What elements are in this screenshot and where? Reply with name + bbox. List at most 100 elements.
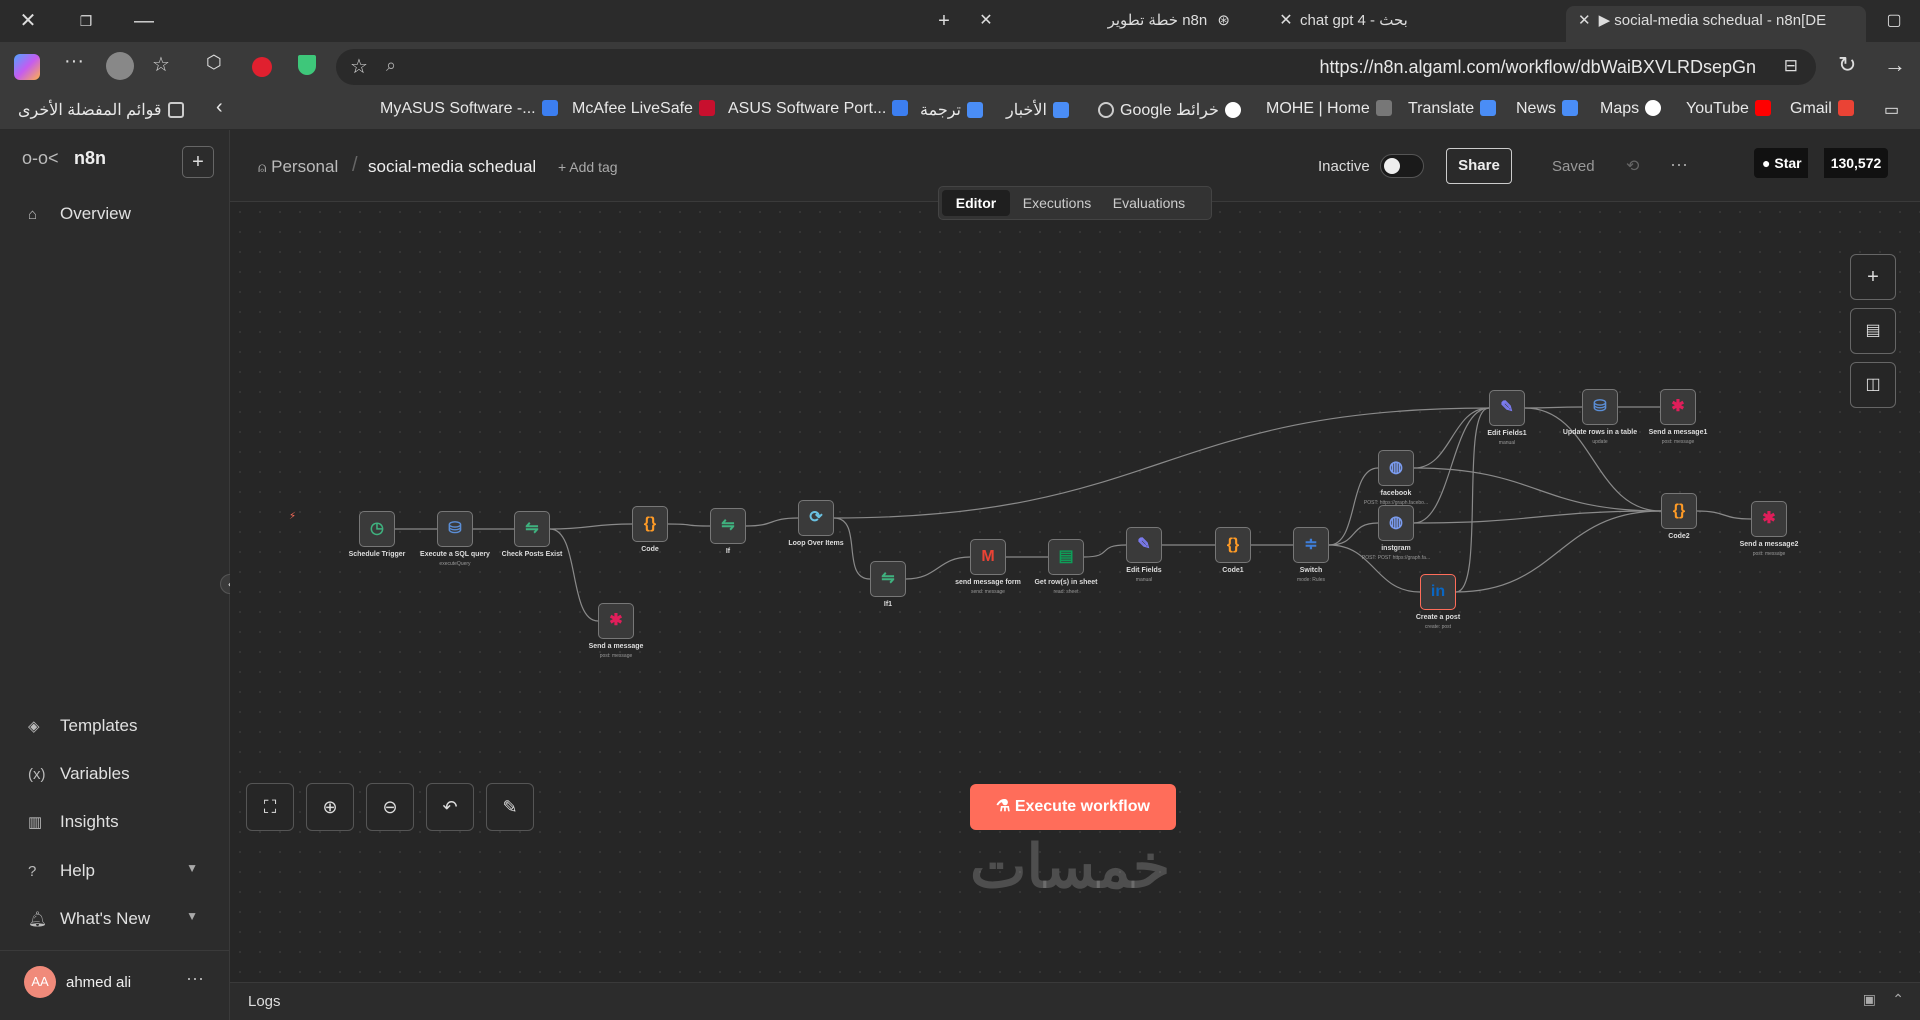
bookmark-translate[interactable]: Translate <box>1408 100 1502 118</box>
site-info-icon[interactable]: ⊟ <box>1784 56 1798 76</box>
tidy-up-icon[interactable]: ✎ <box>486 783 534 831</box>
connection[interactable] <box>1413 510 1662 524</box>
profile-avatar[interactable] <box>106 52 134 80</box>
workflow-node[interactable]: ✱ <box>1751 501 1787 537</box>
bookmark-maps-ar[interactable]: Google خرائط <box>1092 100 1247 120</box>
workflow-node[interactable]: ⛁ <box>437 511 473 547</box>
github-star-button[interactable]: ● Star <box>1754 148 1808 178</box>
connection[interactable] <box>1413 467 1662 512</box>
connection[interactable] <box>745 517 799 527</box>
connection[interactable] <box>833 517 871 580</box>
connection[interactable] <box>1455 510 1662 593</box>
workflow-node[interactable]: ⟳ <box>798 500 834 536</box>
extensions-icon[interactable]: ⬡ <box>206 52 222 73</box>
workflow-node[interactable]: ✎ <box>1126 527 1162 563</box>
connection[interactable] <box>905 556 971 580</box>
workflow-node[interactable]: ⇋ <box>710 508 746 544</box>
connection[interactable] <box>1524 406 1583 409</box>
url-bar[interactable]: ☆ ⌕ https://n8n.algaml.com/workflow/dbWa… <box>336 49 1816 85</box>
nav-overview[interactable]: ⌂ Overview <box>28 204 131 224</box>
connection[interactable] <box>1328 522 1379 546</box>
zoom-in-icon[interactable]: ⊕ <box>306 783 354 831</box>
bookmark-mcafee[interactable]: McAfee LiveSafe <box>572 100 721 118</box>
tab-actions-icon[interactable]: ▢ <box>1880 8 1908 34</box>
new-tab-icon[interactable]: + <box>930 8 958 34</box>
add-node-button[interactable]: + <box>1850 254 1896 300</box>
nav-whats-new[interactable]: 🔔︎ What's New ▼ <box>28 909 198 929</box>
workflow-node[interactable]: in <box>1420 574 1456 610</box>
extension-red-icon[interactable] <box>252 57 272 77</box>
execute-workflow-button[interactable]: ⚗︎ Execute workflow <box>970 784 1176 830</box>
close-icon[interactable]: ✕ <box>1578 12 1591 29</box>
connection[interactable] <box>1083 544 1127 558</box>
tab-social-media[interactable]: ✕ ▶ social-media schedual - n8n[DE <box>1566 6 1866 42</box>
chevron-up-icon[interactable]: ⌃ <box>1892 991 1904 1008</box>
workflow-node[interactable]: ✱ <box>1660 389 1696 425</box>
bookmarks-menu-icon[interactable]: ▭ <box>1884 100 1899 120</box>
bookmark-translate-ar[interactable]: ترجمة <box>920 100 989 120</box>
workflow-node[interactable]: M <box>970 539 1006 575</box>
bookmark-news-ar[interactable]: الأخبار <box>1006 100 1075 120</box>
workflow-node[interactable]: ▤ <box>1048 539 1084 575</box>
bookmark-myasus[interactable]: MyASUS Software -... <box>380 100 564 118</box>
nav-insights[interactable]: ▥ Insights <box>28 812 119 832</box>
user-menu-icon[interactable]: ··· <box>186 968 204 989</box>
workflow-node[interactable]: ⛁ <box>1582 389 1618 425</box>
workflow-node[interactable]: ≑ <box>1293 527 1329 563</box>
connection[interactable] <box>549 523 633 530</box>
refresh-icon[interactable]: ↻ <box>1838 52 1856 78</box>
workflow-node[interactable]: ◍ <box>1378 450 1414 486</box>
restore-window-icon[interactable]: ❐ <box>72 8 100 34</box>
workflow-name[interactable]: social-media schedual <box>368 157 536 177</box>
forward-icon[interactable]: → <box>1884 52 1906 78</box>
bookmark-mohe[interactable]: MOHE | Home <box>1266 100 1398 118</box>
more-options-icon[interactable]: ··· <box>1670 154 1688 175</box>
shield-icon[interactable] <box>298 55 316 75</box>
workflow-node[interactable]: ✎ <box>1489 390 1525 426</box>
favorite-star-icon[interactable]: ☆ <box>350 54 368 79</box>
connection[interactable] <box>667 523 711 527</box>
bookmark-asus-portal[interactable]: ASUS Software Port... <box>728 100 914 118</box>
connection[interactable] <box>1696 510 1752 520</box>
connection[interactable] <box>1413 407 1490 469</box>
nav-help[interactable]: ? Help ▼ <box>28 861 198 881</box>
workflow-canvas[interactable]: Editor Executions Evaluations ◷ Schedule … <box>230 186 1920 982</box>
bookmark-youtube[interactable]: YouTube <box>1686 100 1777 118</box>
logs-panel[interactable]: Logs ▣ ⌃ <box>230 982 1920 1020</box>
avatar[interactable]: AA <box>24 966 56 998</box>
tab-n8n-plan[interactable]: خطة تطوير n8n ⊛ <box>1010 6 1230 36</box>
workflow-node[interactable]: ⇋ <box>514 511 550 547</box>
bookmark-news[interactable]: News <box>1516 100 1584 118</box>
tab-close-icon[interactable]: ✕ <box>972 8 1000 34</box>
add-button[interactable]: + <box>182 146 214 178</box>
nav-templates[interactable]: ◈ Templates <box>28 716 137 736</box>
bookmark-maps[interactable]: Maps <box>1600 100 1667 118</box>
workflow-node[interactable]: ◷ <box>359 511 395 547</box>
bookmark-gmail[interactable]: Gmail <box>1790 100 1860 118</box>
history-icon[interactable]: ⟲ <box>1626 156 1639 176</box>
share-button[interactable]: Share <box>1446 148 1512 184</box>
favorites-folder[interactable]: قوائم المفضلة الأخرى <box>18 100 190 120</box>
nav-variables[interactable]: (x) Variables <box>28 764 130 784</box>
add-tag-button[interactable]: + Add tag <box>558 159 618 175</box>
tab-close-icon[interactable]: ✕ <box>1272 8 1300 34</box>
panel-toggle-icon[interactable]: ◫ <box>1850 362 1896 408</box>
workflow-node[interactable]: {} <box>1661 493 1697 529</box>
tab-chatgpt-search[interactable]: chat gpt 4 - بحث <box>1300 6 1550 36</box>
logs-popout-icon[interactable]: ▣ <box>1863 991 1876 1008</box>
chevron-left-icon[interactable]: ‹ <box>216 96 223 119</box>
close-window-icon[interactable]: ✕ <box>14 8 42 34</box>
workflow-node[interactable]: ⇋ <box>870 561 906 597</box>
minimize-window-icon[interactable]: — <box>130 8 158 34</box>
fit-view-icon[interactable]: ⛶ <box>246 783 294 831</box>
connection[interactable] <box>549 528 599 622</box>
sticky-note-icon[interactable]: ▤ <box>1850 308 1896 354</box>
active-toggle[interactable] <box>1380 154 1424 178</box>
zoom-out-icon[interactable]: ⊖ <box>366 783 414 831</box>
more-icon[interactable]: ··· <box>64 50 84 73</box>
workflow-node[interactable]: {} <box>632 506 668 542</box>
breadcrumb[interactable]: ⍝ Personal <box>258 157 338 177</box>
undo-icon[interactable]: ↶ <box>426 783 474 831</box>
favorites-icon[interactable]: ☆ <box>152 52 170 77</box>
copilot-icon[interactable] <box>14 54 40 80</box>
